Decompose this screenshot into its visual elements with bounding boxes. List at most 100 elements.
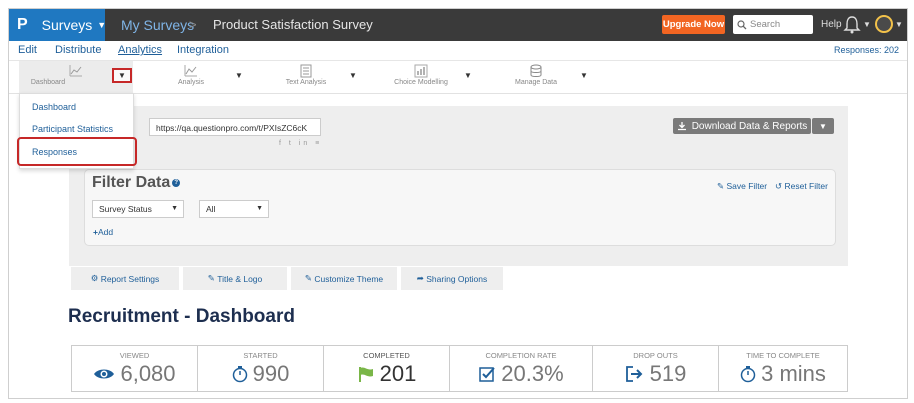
menu-item-participant-statistics[interactable]: Participant Statistics — [32, 124, 113, 134]
add-filter-link[interactable]: +Add — [93, 227, 113, 237]
nav-analytics[interactable]: Analytics — [118, 44, 162, 56]
stat-completed: COMPLETED 201 — [324, 346, 450, 391]
search-icon — [737, 19, 747, 29]
chevron-down-icon[interactable]: ▼ — [464, 71, 472, 80]
search-placeholder: Search — [750, 19, 781, 30]
filter-data-box: Filter Data? ✎ Save Filter ↺ Reset Filte… — [84, 169, 836, 246]
download-icon — [677, 122, 686, 131]
search-input[interactable]: Search — [733, 15, 813, 34]
help-icon[interactable]: ? — [172, 178, 181, 187]
chevron-down-icon[interactable]: ▼ — [580, 71, 588, 80]
tool-label: Text Analysis — [285, 79, 327, 86]
social-share-icons[interactable]: f t in ≡ — [279, 140, 322, 147]
chevron-down-icon[interactable]: ▼ — [863, 20, 871, 29]
filter-title: Filter Data? — [92, 174, 181, 192]
help-link[interactable]: Help — [821, 19, 842, 30]
tool-manage-data[interactable]: Manage Data — [504, 61, 568, 93]
top-bar: P Surveys ▼ My Surveys > Product Satisfa… — [9, 9, 907, 41]
app-name: Surveys — [41, 17, 93, 33]
tab-label: Customize Theme — [314, 273, 384, 284]
reset-filter-link[interactable]: ↺ Reset Filter — [775, 181, 828, 192]
tab-report-settings[interactable]: ⚙ Report Settings — [71, 267, 179, 290]
breadcrumb-separator: > — [189, 17, 197, 32]
dashboard-title: Recruitment - Dashboard — [68, 306, 295, 327]
main-nav: Edit Distribute Analytics Integration Re… — [9, 41, 907, 61]
checkbox-icon — [479, 367, 496, 382]
stat-value: 201 — [379, 361, 417, 386]
save-filter-link[interactable]: ✎ Save Filter — [717, 181, 767, 192]
breadcrumb-survey-title: Product Satisfaction Survey — [213, 17, 373, 32]
text-doc-icon — [300, 64, 312, 78]
select-value: Survey Status — [99, 204, 152, 214]
download-options-toggle[interactable]: ▼ — [812, 118, 834, 134]
survey-link-field[interactable]: https://qa.questionpro.com/t/PXIsZC6cK — [149, 118, 321, 136]
stat-label: DROP OUTS — [633, 351, 678, 360]
caret-down-icon: ▼ — [97, 20, 107, 30]
stopwatch-icon — [740, 366, 756, 383]
dashboard-dropdown-toggle[interactable]: ▼ — [112, 68, 132, 83]
chevron-down-icon: ▼ — [256, 205, 263, 212]
tab-title-logo[interactable]: ✎ Title & Logo — [183, 267, 287, 290]
stat-started: STARTED 990 — [198, 346, 324, 391]
dashboard-settings-panel: k https://qa.questionpro.com/t/PXIsZC6cK… — [69, 106, 848, 266]
stat-value: 3 mins — [761, 361, 826, 386]
brand-logo: P — [17, 16, 28, 33]
tab-label: Report Settings — [100, 273, 160, 284]
menu-item-dashboard[interactable]: Dashboard — [32, 102, 76, 112]
stat-viewed: VIEWED 6,080 — [72, 346, 198, 391]
filter-title-text: Filter Data — [92, 174, 171, 191]
upgrade-button[interactable]: Upgrade Now — [662, 15, 725, 34]
bell-icon[interactable] — [843, 15, 861, 35]
select-value: All — [206, 204, 216, 214]
responses-highlight — [17, 137, 137, 166]
stats-bar: VIEWED 6,080 STARTED 990 COMPLETED 201 C… — [71, 345, 848, 392]
reset-filter-label: Reset Filter — [784, 181, 828, 191]
stopwatch-icon — [232, 366, 247, 383]
stat-completion-rate: COMPLETION RATE 20.3% — [450, 346, 593, 391]
tool-label: Analysis — [177, 79, 205, 86]
chevron-down-icon[interactable]: ▼ — [235, 71, 243, 80]
tab-customize-theme[interactable]: ✎ Customize Theme — [291, 267, 397, 290]
chevron-down-icon: ▼ — [171, 205, 178, 212]
stat-label: STARTED — [243, 351, 278, 360]
filter-value-select[interactable]: All ▼ — [199, 200, 269, 218]
download-data-button[interactable]: Download Data & Reports — [673, 118, 811, 134]
nav-integration[interactable]: Integration — [177, 44, 229, 56]
stat-time-to-complete: TIME TO COMPLETE 3 mins — [719, 346, 847, 391]
tool-text-analysis[interactable]: Text Analysis — [274, 61, 338, 93]
save-filter-label: Save Filter — [726, 181, 768, 191]
analytics-toolbar: Dashboard ▼ Analysis ▼ Text Analysis ▼ C… — [9, 61, 907, 94]
user-avatar[interactable] — [875, 15, 893, 33]
nav-edit[interactable]: Edit — [18, 44, 37, 56]
stat-value: 6,080 — [120, 361, 176, 386]
add-label: Add — [97, 227, 114, 237]
tool-label: Choice Modelling — [394, 79, 448, 86]
area-chart-icon — [184, 65, 197, 77]
tab-label: Sharing Options — [426, 273, 488, 284]
eye-icon — [94, 369, 115, 379]
chevron-down-icon[interactable]: ▼ — [895, 20, 903, 29]
app-switcher[interactable]: P Surveys ▼ — [9, 9, 107, 41]
download-label: Download Data & Reports — [691, 120, 808, 132]
stat-value: 990 — [252, 361, 290, 386]
flag-icon — [358, 367, 373, 382]
breadcrumb-my-surveys[interactable]: My Surveys — [121, 17, 194, 33]
stat-label: COMPLETED — [363, 351, 410, 360]
database-icon — [530, 64, 542, 77]
tool-analysis[interactable]: Analysis — [159, 61, 223, 93]
stat-value: 519 — [649, 361, 687, 386]
tab-label: Title & Logo — [217, 273, 263, 284]
chevron-down-icon[interactable]: ▼ — [349, 71, 357, 80]
app-frame: P Surveys ▼ My Surveys > Product Satisfa… — [8, 8, 908, 399]
stat-label: TIME TO COMPLETE — [746, 351, 820, 360]
stat-value: 20.3% — [501, 361, 564, 386]
stat-label: COMPLETION RATE — [485, 351, 557, 360]
stat-drop-outs: DROP OUTS 519 — [593, 346, 719, 391]
responses-count: Responses: 202 — [833, 45, 899, 55]
tool-choice-modelling[interactable]: Choice Modelling — [384, 61, 458, 93]
line-chart-icon — [69, 65, 82, 77]
filter-field-select[interactable]: Survey Status ▼ — [92, 200, 184, 218]
tool-label: Manage Data — [514, 79, 558, 86]
nav-distribute[interactable]: Distribute — [55, 44, 101, 56]
tab-sharing-options[interactable]: ➦ Sharing Options — [401, 267, 503, 290]
